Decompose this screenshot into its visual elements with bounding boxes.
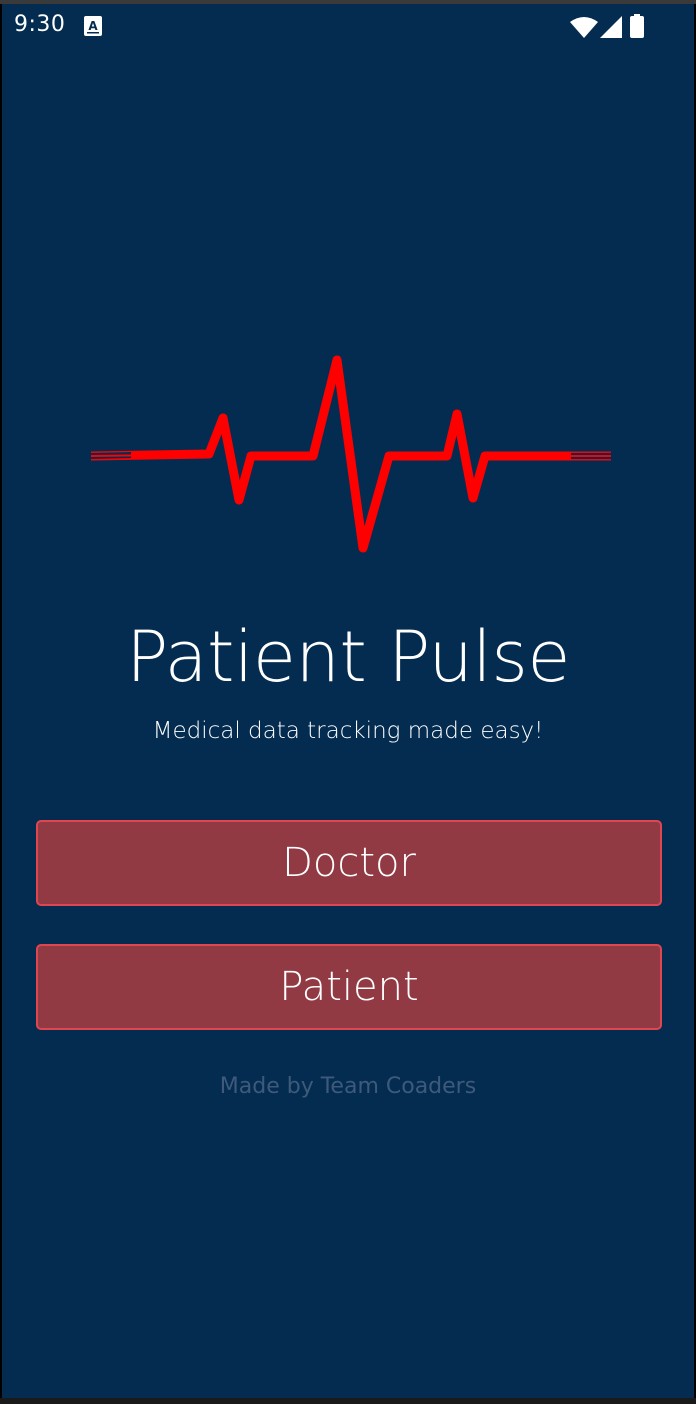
- device-bottom-edge: [0, 1398, 696, 1404]
- svg-text:A: A: [88, 19, 98, 33]
- app-title: Patient Pulse: [126, 616, 570, 698]
- wifi-icon: [570, 17, 598, 38]
- app-subtitle: Medical data tracking made easy!: [152, 718, 544, 744]
- status-bar: 9:30 A: [2, 4, 694, 50]
- footer-credit: Made by Team Coaders: [219, 1074, 477, 1099]
- battery-icon: [630, 14, 644, 38]
- patient-button-label: Patient: [279, 964, 419, 1010]
- app-screen: 9:30 A Patient Pulse Medical data tracki…: [2, 4, 694, 1398]
- status-time: 9:30: [14, 12, 66, 37]
- doctor-button-label: Doctor: [282, 840, 416, 886]
- doctor-button[interactable]: Doctor: [36, 820, 662, 906]
- notification-a-icon: A: [84, 16, 102, 36]
- heartbeat-pulse-icon: [91, 355, 611, 553]
- cellular-signal-icon: [600, 16, 622, 38]
- patient-button[interactable]: Patient: [36, 944, 662, 1030]
